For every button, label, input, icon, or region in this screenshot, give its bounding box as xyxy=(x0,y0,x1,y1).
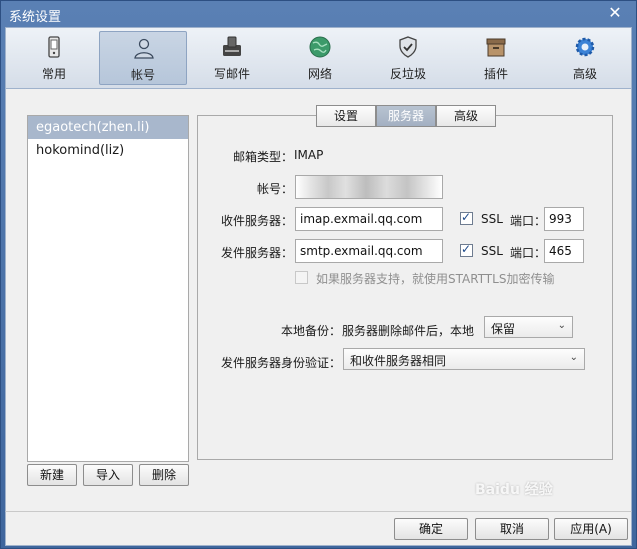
toolbar-item-general[interactable]: 常用 xyxy=(12,31,96,85)
cancel-button[interactable]: 取消 xyxy=(475,518,549,540)
chevron-down-icon: ⌄ xyxy=(569,352,578,363)
server-settings-panel: 设置 服务器 高级 邮箱类型： IMAP 帐号： 收件服务器： SSL 端口： … xyxy=(197,105,613,460)
outgoing-server-label: 发件服务器： xyxy=(220,246,293,260)
incoming-ssl-checkbox[interactable] xyxy=(460,210,473,225)
toolbar-item-antispam[interactable]: 反垃圾 xyxy=(366,31,450,85)
local-backup-label: 本地备份： xyxy=(280,324,341,338)
toolbar-label-plugins: 插件 xyxy=(483,67,508,81)
tab-server[interactable]: 服务器 xyxy=(376,105,436,127)
chevron-down-icon: ⌄ xyxy=(557,320,566,331)
toolbar-label-compose: 写邮件 xyxy=(213,67,250,81)
outgoing-port-label: 端口： xyxy=(510,246,547,260)
outgoing-ssl-label: SSL xyxy=(481,244,503,258)
toolbar-label-account: 帐号 xyxy=(130,68,155,82)
ok-button[interactable]: 确定 xyxy=(394,518,468,540)
toolbar-label-network: 网络 xyxy=(307,67,332,81)
shield-icon xyxy=(399,36,417,58)
account-item[interactable]: hokomind(liz) xyxy=(28,139,188,162)
delete-account-button[interactable]: 删除 xyxy=(139,464,189,486)
outgoing-server-field[interactable] xyxy=(295,239,443,263)
auth-select[interactable]: 和收件服务器相同 ⌄ xyxy=(343,348,585,370)
outgoing-port-field[interactable] xyxy=(544,239,584,263)
incoming-port-label: 端口： xyxy=(510,214,547,228)
settings-toolbar: 常用 帐号 写邮件 网络 反垃圾 插件 高级 xyxy=(5,27,632,89)
incoming-server-label: 收件服务器： xyxy=(220,214,293,228)
auth-label: 发件服务器身份验证： xyxy=(220,356,341,370)
title-bar: 系统设置 ✕ xyxy=(1,1,636,27)
toolbar-label-advanced: 高级 xyxy=(572,67,597,81)
new-account-button[interactable]: 新建 xyxy=(27,464,77,486)
local-backup-value: 保留 xyxy=(491,322,516,336)
mailbox-type-value: IMAP xyxy=(294,148,324,162)
toolbar-label-antispam: 反垃圾 xyxy=(389,67,426,81)
incoming-server-field[interactable] xyxy=(295,207,443,231)
account-list[interactable]: egaotech(zhen.li) hokomind(liz) xyxy=(27,115,189,462)
outgoing-ssl-checkbox[interactable] xyxy=(460,242,473,257)
incoming-port-field[interactable] xyxy=(544,207,584,231)
starttls-checkbox[interactable] xyxy=(295,271,308,284)
window-title: 系统设置 xyxy=(9,10,62,25)
account-item-selected[interactable]: egaotech(zhen.li) xyxy=(28,116,188,139)
settings-window: 系统设置 ✕ 常用 帐号 写邮件 网络 反垃圾 插件 高级 egaotech(z… xyxy=(0,0,637,549)
settings-content: egaotech(zhen.li) hokomind(liz) 新建 导入 删除… xyxy=(5,89,632,511)
apply-button[interactable]: 应用(A) xyxy=(554,518,628,540)
box-icon xyxy=(486,38,506,57)
tab-advanced[interactable]: 高级 xyxy=(436,105,496,127)
toolbar-item-advanced[interactable]: 高级 xyxy=(543,31,627,85)
tab-settings[interactable]: 设置 xyxy=(316,105,376,127)
compose-icon xyxy=(223,36,241,56)
globe-icon xyxy=(309,36,331,58)
auth-value: 和收件服务器相同 xyxy=(350,354,447,368)
import-account-button[interactable]: 导入 xyxy=(83,464,133,486)
incoming-ssl-label: SSL xyxy=(481,212,503,226)
toolbar-item-account[interactable]: 帐号 xyxy=(99,31,187,85)
close-icon[interactable]: ✕ xyxy=(606,4,624,22)
mailbox-type-label: 邮箱类型： xyxy=(232,150,293,164)
gear-icon xyxy=(575,37,595,57)
starttls-label: 如果服务器支持，就使用STARTTLS加密传输 xyxy=(316,272,555,286)
dialog-footer: 确定 取消 应用(A) xyxy=(5,511,632,546)
user-icon xyxy=(134,38,154,59)
local-backup-desc: 服务器删除邮件后，本地 xyxy=(342,324,475,338)
local-backup-select[interactable]: 保留 ⌄ xyxy=(484,316,573,338)
toolbar-item-compose[interactable]: 写邮件 xyxy=(190,31,274,85)
account-field[interactable] xyxy=(295,175,443,199)
toolbar-item-network[interactable]: 网络 xyxy=(278,31,362,85)
toolbar-item-plugins[interactable]: 插件 xyxy=(454,31,538,85)
phone-icon xyxy=(48,36,60,58)
toolbar-label-general: 常用 xyxy=(41,67,66,81)
account-label: 帐号： xyxy=(256,182,293,196)
